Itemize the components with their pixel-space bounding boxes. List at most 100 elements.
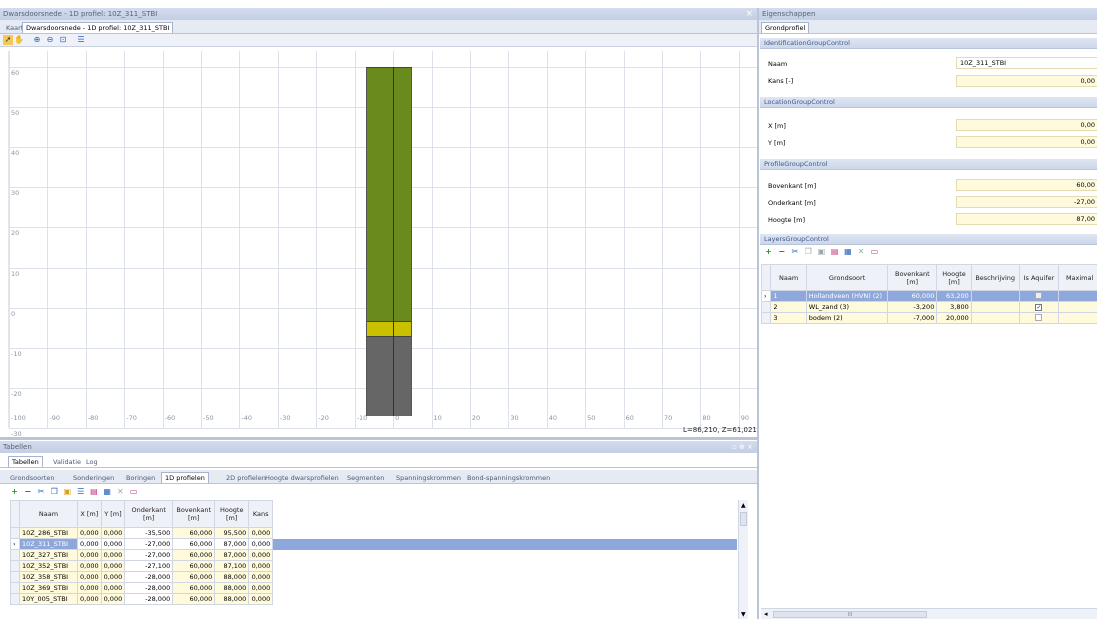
zoom-out-icon[interactable]: ⊖ <box>45 35 55 45</box>
layer-grondsoort[interactable]: WL_zand (3) <box>805 301 889 313</box>
add-icon[interactable]: + <box>10 487 19 496</box>
scroll-up-icon[interactable]: ▲ <box>741 502 746 509</box>
cell-y[interactable]: 0,000 <box>100 593 126 605</box>
layers-group-header[interactable]: LayersGroupControl <box>760 234 1097 245</box>
layer-maximal[interactable] <box>1058 301 1097 313</box>
tab-grondprofiel[interactable]: Grondprofiel <box>761 22 810 33</box>
cell-bovenkant[interactable]: 60,000 <box>172 593 216 605</box>
close-icon[interactable]: × <box>745 8 753 20</box>
copy-icon[interactable]: ❐ <box>804 247 813 256</box>
kans-field[interactable]: 0,00 <box>956 75 1097 87</box>
tables-vertical-scrollbar[interactable]: ▲ ▼ <box>738 500 748 619</box>
layer-grondsoort[interactable]: Hollandveen (HVN) (2) <box>805 290 889 302</box>
add-icon[interactable]: + <box>764 247 773 256</box>
layer-bovenkant[interactable]: -7,000 <box>887 312 938 324</box>
cell-onderkant[interactable]: -27,000 <box>124 549 174 561</box>
layer-row[interactable]: 2 WL_zand (3) -3,200 3,800 ✓ <box>760 301 1097 313</box>
bovenkant-field[interactable]: 60,00 <box>956 179 1097 191</box>
aquifer-checkbox[interactable] <box>1018 290 1060 302</box>
layer-naam[interactable]: 1 <box>770 290 807 302</box>
filter-icon[interactable]: ✕ <box>116 487 125 496</box>
cell-x[interactable]: 0,000 <box>77 582 102 594</box>
cell-x[interactable]: 0,000 <box>77 527 102 539</box>
cell-kans[interactable]: 0,000 <box>248 549 274 561</box>
identification-group-header[interactable]: IdentificationGroupControl <box>760 38 1097 49</box>
cell-bovenkant[interactable]: 60,000 <box>172 538 216 550</box>
tab-grondsoorten[interactable]: Grondsoorten <box>6 472 58 483</box>
cell-hoogte[interactable]: 87,000 <box>214 538 250 550</box>
cell-hoogte[interactable]: 88,000 <box>214 582 250 594</box>
col-hoogte[interactable]: Hoogte [m] <box>214 500 250 528</box>
table-row[interactable]: 10Z_286_STBI 0,000 0,000 -35,500 60,000 95,50… <box>10 527 737 539</box>
tab-segmenten[interactable]: Segmenten <box>343 472 388 483</box>
cell-bovenkant[interactable]: 60,000 <box>172 582 216 594</box>
tab-boringen[interactable]: Boringen <box>122 472 159 483</box>
cross-section-plot[interactable]: -100 -90 -80 -70 -60 -50 -40 -30 -20 -10 0 10 20 30 40… <box>8 51 757 438</box>
copy-icon[interactable]: ❐ <box>50 487 59 496</box>
cell-bovenkant[interactable]: 60,000 <box>172 549 216 561</box>
col-bovenkant[interactable]: Bovenkant [m] <box>172 500 216 528</box>
table-row[interactable]: 10Z_369_STBI 0,000 0,000 -28,000 60,000 88,00… <box>10 582 737 594</box>
col-is-aquifer[interactable]: Is Aquifer <box>1018 264 1060 291</box>
layer-bovenkant[interactable]: -3,200 <box>887 301 938 313</box>
filter-icon[interactable]: ✕ <box>857 247 866 256</box>
cell-y[interactable]: 0,000 <box>100 527 126 539</box>
cell-hoogte[interactable]: 87,100 <box>214 560 250 572</box>
layer-beschrijving[interactable] <box>970 290 1020 302</box>
aquifer-checkbox[interactable] <box>1018 312 1060 324</box>
layer-row[interactable]: 3 bodem (2) -7,000 20,000 <box>760 312 1097 324</box>
cut-icon[interactable]: ✂ <box>36 487 45 496</box>
profile-group-header[interactable]: ProfileGroupControl <box>760 159 1097 170</box>
window-buttons-icon[interactable]: ▫ ⊕ × <box>732 441 753 453</box>
tab-dwarsdoorsnede[interactable]: Dwarsdoorsnede - 1D profiel: 10Z_311_STB… <box>22 22 174 33</box>
layer-grondsoort[interactable]: bodem (2) <box>805 312 889 324</box>
cell-kans[interactable]: 0,000 <box>248 527 274 539</box>
save-icon[interactable]: ▭ <box>129 487 138 496</box>
cell-onderkant[interactable]: -28,000 <box>124 571 174 583</box>
cell-kans[interactable]: 0,000 <box>248 593 274 605</box>
pan-hand-icon[interactable]: ✋ <box>14 35 24 45</box>
table-row[interactable]: › 10Z_311_STBI 0,000 0,000 -27,000 60,000 87,0… <box>10 538 737 550</box>
col-grondsoort[interactable]: Grondsoort <box>805 264 889 291</box>
save-icon[interactable]: ▭ <box>870 247 879 256</box>
cell-onderkant[interactable]: -35,500 <box>124 527 174 539</box>
layer-maximal[interactable] <box>1058 312 1097 324</box>
soil-layer-bar[interactable] <box>366 67 413 321</box>
table-row[interactable]: 10Z_327_STBI 0,000 0,000 -27,000 60,000 87,00… <box>10 549 737 561</box>
select-arrow-icon[interactable]: ➚ <box>3 35 13 45</box>
tab-spanningskrommen[interactable]: Spanningskrommen <box>392 472 465 483</box>
paste-icon[interactable]: ▣ <box>817 247 826 256</box>
cell-y[interactable]: 0,000 <box>100 549 126 561</box>
cell-naam[interactable]: 10Y_005_STBI <box>19 593 78 605</box>
layer-maximal[interactable] <box>1058 290 1097 302</box>
cell-naam[interactable]: 10Z_327_STBI <box>19 549 78 561</box>
tab-log[interactable]: Log <box>82 456 102 467</box>
cell-naam[interactable]: 10Z_352_STBI <box>19 560 78 572</box>
cell-y[interactable]: 0,000 <box>100 571 126 583</box>
cell-x[interactable]: 0,000 <box>77 549 102 561</box>
cell-kans[interactable]: 0,000 <box>248 560 274 572</box>
tab-hoogte-dwarsprofielen[interactable]: Hoogte dwarsprofielen <box>261 472 343 483</box>
layer-naam[interactable]: 2 <box>770 301 807 313</box>
soil-layer-bar[interactable] <box>366 320 413 336</box>
table-row[interactable]: 10Z_352_STBI 0,000 0,000 -27,100 60,000 87,10… <box>10 560 737 572</box>
layers-scroll-thumb[interactable]: III <box>773 611 927 618</box>
zoom-extent-icon[interactable]: ⊡ <box>58 35 68 45</box>
cell-kans[interactable]: 0,000 <box>248 538 274 550</box>
delete-row-icon[interactable]: ▤ <box>830 247 839 256</box>
col-naam[interactable]: Naam <box>770 264 807 291</box>
cell-naam[interactable]: 10Z_358_STBI <box>19 571 78 583</box>
tab-sonderingen[interactable]: Sonderingen <box>69 472 118 483</box>
cell-onderkant[interactable]: -27,100 <box>124 560 174 572</box>
paste-icon[interactable]: ▣ <box>63 487 72 496</box>
cell-x[interactable]: 0,000 <box>77 593 102 605</box>
cell-hoogte[interactable]: 95,500 <box>214 527 250 539</box>
x-field[interactable]: 0,00 <box>956 119 1097 131</box>
col-naam[interactable]: Naam <box>19 500 78 528</box>
scroll-left-icon[interactable]: ◂ <box>764 610 768 618</box>
cell-x[interactable]: 0,000 <box>77 538 102 550</box>
cell-onderkant[interactable]: -28,000 <box>124 593 174 605</box>
cell-bovenkant[interactable]: 60,000 <box>172 560 216 572</box>
cell-hoogte[interactable]: 88,000 <box>214 593 250 605</box>
remove-icon[interactable]: − <box>777 247 786 256</box>
